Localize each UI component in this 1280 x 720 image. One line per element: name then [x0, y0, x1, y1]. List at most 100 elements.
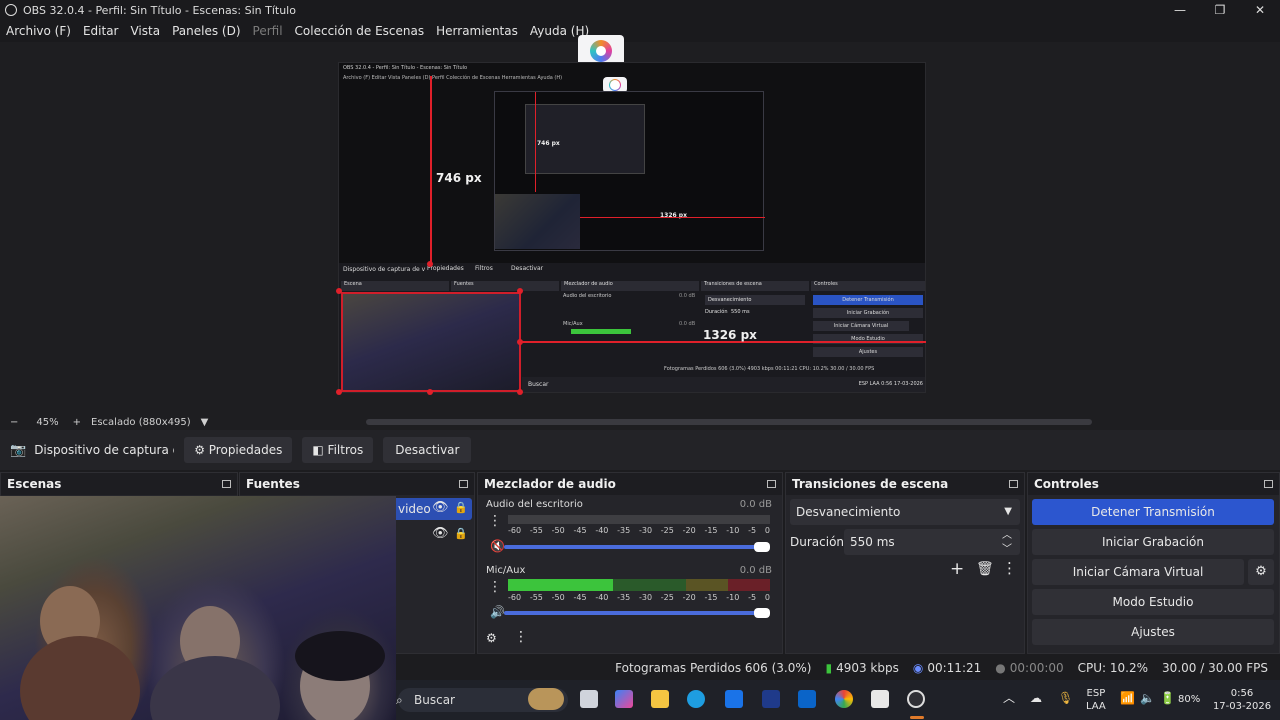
store-icon[interactable] — [871, 690, 889, 708]
start-virtual-cam-button[interactable]: Iniciar Cámara Virtual — [1032, 559, 1244, 585]
dropbox-icon[interactable] — [725, 690, 743, 708]
menu-bar: Archivo (F) Editar Vista Paneles (D) Per… — [0, 20, 1280, 42]
search-highlight-icon[interactable] — [528, 688, 564, 710]
preview-horizontal-scrollbar[interactable] — [366, 419, 1092, 425]
zoom-in-button[interactable]: + — [73, 417, 81, 428]
nested-panel-controls: Controles — [811, 281, 925, 291]
speaker-icon[interactable]: 🔊 — [490, 605, 505, 619]
tick-label: -25 — [660, 593, 674, 602]
tick-label: -15 — [704, 593, 718, 602]
lock-icon[interactable]: 🔒 — [454, 527, 468, 540]
language-indicator[interactable]: ESP LAA — [1086, 687, 1106, 713]
bbox-handle-br[interactable] — [517, 389, 523, 395]
undock-icon[interactable] — [767, 480, 776, 488]
tray-chevron-icon[interactable]: ︿ — [1003, 692, 1015, 705]
menu-editar[interactable]: Editar — [83, 24, 119, 38]
clock[interactable]: 0:56 17-03-2026 — [1212, 687, 1272, 713]
zoom-value: 45% — [36, 416, 59, 428]
menu-archivo[interactable]: Archivo (F) — [6, 24, 71, 38]
audio-channel-desktop: Audio del escritorio 0.0 dB ⋮ -60 -55 -50-… — [484, 499, 774, 559]
tick-label: -30 — [638, 593, 653, 602]
undock-icon[interactable] — [222, 480, 231, 488]
nested-taskbar-tray: ESP LAA 0:56 17-03-2026 — [858, 381, 923, 387]
selected-source-name: Dispositivo de captura de v — [34, 443, 174, 457]
duration-spinbox[interactable]: 550 ms ︿ ﹀ — [844, 529, 1020, 555]
menu-vista[interactable]: Vista — [130, 24, 160, 38]
preview-area[interactable]: OBS 32.0.4 - Perfil: Sin Título - Escena… — [0, 35, 1280, 414]
bbox-handle-tl[interactable] — [336, 288, 342, 294]
slider-knob[interactable] — [754, 608, 770, 618]
stop-stream-button[interactable]: Detener Transmisión — [1032, 499, 1274, 525]
window-controls: — ❐ ✕ — [1160, 0, 1280, 20]
filters-button[interactable]: ◧ Filtros — [302, 437, 374, 463]
add-transition-icon[interactable]: + — [950, 559, 964, 579]
zoom-out-button[interactable]: − — [10, 417, 18, 428]
deactivate-button[interactable]: Desactivar — [383, 437, 472, 463]
record-time: 00:00:00 — [1009, 661, 1064, 675]
mixer-menu-icon[interactable]: ⋮ — [514, 629, 528, 645]
lock-icon[interactable]: 🔒 — [454, 501, 468, 514]
menu-herramientas[interactable]: Herramientas — [436, 24, 518, 38]
properties-button[interactable]: ⚙ Propiedades — [184, 437, 293, 463]
nested-dim-vertical: 746 px — [537, 140, 560, 147]
eye-icon[interactable]: 👁 — [432, 526, 449, 541]
bbox-handle-bl[interactable] — [336, 389, 342, 395]
bbox-handle-bottom[interactable] — [427, 389, 433, 395]
window-title: OBS 32.0.4 - Perfil: Sin Título - Escena… — [23, 3, 296, 17]
wifi-icon[interactable]: 📶 — [1120, 692, 1135, 705]
search-label: Buscar — [414, 693, 455, 707]
volume-muted-icon[interactable]: 🔈 — [1140, 692, 1155, 705]
settings-button[interactable]: Ajustes — [1032, 619, 1274, 645]
volume-slider[interactable] — [504, 542, 770, 552]
trash-icon[interactable]: 🗑 — [976, 561, 994, 577]
menu-coleccion-escenas[interactable]: Colección de Escenas — [295, 24, 425, 38]
outlook-icon[interactable] — [798, 690, 816, 708]
undock-icon[interactable] — [1264, 480, 1273, 488]
battery-icon[interactable]: 🔋 — [1160, 692, 1175, 705]
app-icon[interactable] — [762, 690, 780, 708]
bbox-handle-tr[interactable] — [517, 288, 523, 294]
nested-status: Fotogramas Perdidos 606 (3.0%) 4903 kbps… — [664, 366, 875, 372]
menu-paneles[interactable]: Paneles (D) — [172, 24, 240, 38]
obs-logo-icon — [5, 4, 17, 16]
maximize-button[interactable]: ❐ — [1200, 0, 1240, 20]
transition-select[interactable]: Desvanecimiento ▼ — [790, 499, 1020, 525]
obs-taskbar-icon[interactable] — [907, 690, 925, 708]
volume-slider[interactable] — [504, 608, 770, 618]
mixer-settings-icon[interactable]: ⚙ — [486, 631, 497, 645]
tick-label: -55 — [529, 593, 543, 602]
task-view-icon[interactable] — [580, 690, 598, 708]
virtual-cam-settings-icon[interactable]: ⚙ — [1248, 559, 1274, 585]
audio-mixer-dock: Mezclador de audio Audio del escritorio … — [477, 472, 783, 654]
tick-label: -60 — [508, 526, 522, 535]
nested-webcam-source — [341, 292, 521, 392]
speaker-muted-icon[interactable]: 🔇 — [490, 539, 505, 553]
language-bottom: LAA — [1086, 701, 1106, 712]
tick-label: -60 — [508, 593, 522, 602]
eye-icon[interactable]: 👁 — [432, 500, 449, 515]
edge-icon[interactable] — [687, 690, 705, 708]
menu-perfil[interactable]: Perfil — [253, 24, 283, 38]
minimize-button[interactable]: — — [1160, 0, 1200, 20]
guide-handle-top[interactable] — [427, 261, 433, 267]
start-recording-button[interactable]: Iniciar Grabación — [1032, 529, 1274, 555]
transition-menu-icon[interactable]: ⋮ — [1002, 559, 1017, 577]
microphone-icon[interactable]: 🎙 — [1058, 692, 1073, 705]
file-explorer-icon[interactable] — [651, 690, 669, 708]
channel-menu-icon[interactable]: ⋮ — [488, 513, 502, 529]
chrome-icon[interactable] — [835, 690, 853, 708]
studio-mode-button[interactable]: Modo Estudio — [1032, 589, 1274, 615]
channel-menu-icon[interactable]: ⋮ — [488, 579, 502, 595]
undock-icon[interactable] — [1009, 480, 1018, 488]
slider-knob[interactable] — [754, 542, 770, 552]
close-button[interactable]: ✕ — [1240, 0, 1280, 20]
scale-select[interactable]: Escalado (880x495) — [91, 417, 191, 428]
copilot-icon[interactable] — [615, 690, 633, 708]
undock-icon[interactable] — [459, 480, 468, 488]
bbox-handle-right[interactable] — [517, 339, 523, 345]
scale-dropdown-icon[interactable]: ▼ — [201, 417, 209, 428]
nested-duration-label: Duración — [705, 309, 728, 315]
preview-canvas[interactable]: OBS 32.0.4 - Perfil: Sin Título - Escena… — [338, 62, 926, 393]
tick-label: -35 — [617, 593, 631, 602]
weather-icon[interactable]: ☁ — [1030, 692, 1042, 705]
